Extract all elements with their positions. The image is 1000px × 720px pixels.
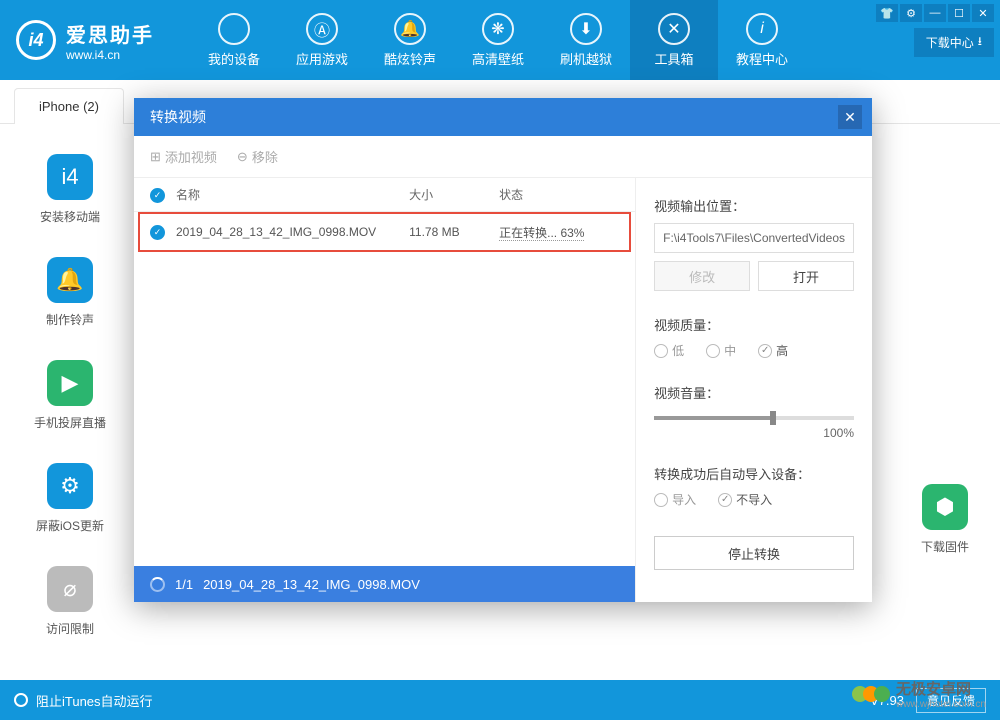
nav-apps[interactable]: Ⓐ 应用游戏	[278, 0, 366, 80]
nav-label: 高清壁纸	[472, 49, 524, 68]
nav-flash[interactable]: ⬇ 刷机越狱	[542, 0, 630, 80]
left-sidebar: i4安装移动端 🔔制作铃声 ▶手机投屏直播 ⚙屏蔽iOS更新 ⌀访问限制	[0, 124, 140, 669]
watermark: 无极安卓网 www.wjhotel.com.cn	[852, 678, 986, 710]
cube-icon: ⬢	[922, 484, 968, 530]
progress-count: 1/1	[175, 577, 193, 592]
col-name: 名称	[176, 186, 409, 203]
bell-icon: 🔔	[394, 13, 426, 45]
apple-icon	[218, 13, 250, 45]
nav-tutorials[interactable]: i 教程中心	[718, 0, 806, 80]
output-path-label: 视频输出位置：	[654, 196, 854, 215]
nav-label: 酷炫铃声	[384, 49, 436, 68]
volume-slider[interactable]	[654, 416, 854, 420]
watermark-text: 无极安卓网	[896, 678, 986, 699]
flower-icon: ❋	[482, 13, 514, 45]
modal-titlebar: 转换视频 ✕	[134, 98, 872, 136]
import-yes[interactable]: 导入	[654, 491, 696, 508]
volume-value: 100%	[654, 426, 854, 440]
app-icon: Ⓐ	[306, 13, 338, 45]
status-bar: 阻止iTunes自动运行 V7.93 意见反馈	[0, 680, 1000, 720]
main-nav: 我的设备 Ⓐ 应用游戏 🔔 酷炫铃声 ❋ 高清壁纸 ⬇ 刷机越狱 ✕ 工具箱 i 教程中心	[190, 0, 806, 80]
window-controls: 👕 ⚙ — ☐ ✕	[876, 4, 994, 22]
status-text[interactable]: 阻止iTunes自动运行	[36, 691, 153, 710]
close-icon[interactable]: ✕	[972, 4, 994, 22]
sidebar-block-update[interactable]: ⚙屏蔽iOS更新	[0, 463, 140, 534]
settings-icon[interactable]: ⚙	[900, 4, 922, 22]
nav-label: 教程中心	[736, 49, 788, 68]
modal-close-button[interactable]: ✕	[838, 105, 862, 129]
app-header: i4 爱思助手 www.i4.cn 我的设备 Ⓐ 应用游戏 🔔 酷炫铃声 ❋ 高清壁纸…	[0, 0, 1000, 80]
volume-label: 视频音量：	[654, 383, 854, 402]
sidebar-download-firmware[interactable]: ⬢下载固件	[890, 484, 1000, 555]
nav-label: 刷机越狱	[560, 49, 612, 68]
logo: i4 爱思助手 www.i4.cn	[0, 19, 170, 62]
nav-label: 我的设备	[208, 49, 260, 68]
app-subtitle: www.i4.cn	[66, 48, 154, 62]
logo-icon: i4	[16, 20, 56, 60]
import-no[interactable]: 不导入	[718, 491, 772, 508]
list-header: ✓ 名称 大小 状态	[134, 178, 635, 212]
screencast-icon: ▶	[47, 360, 93, 406]
nav-wallpapers[interactable]: ❋ 高清壁纸	[454, 0, 542, 80]
row-filename: 2019_04_28_13_42_IMG_0998.MOV	[176, 225, 409, 239]
download-icon: ⭳	[978, 32, 982, 53]
settings-pane: 视频输出位置： F:\i4Tools7\Files\ConvertedVideo…	[636, 178, 872, 602]
ringtone-icon: 🔔	[47, 257, 93, 303]
status-ring-icon	[14, 693, 28, 707]
modal-title: 转换视频	[150, 107, 206, 127]
app-title: 爱思助手	[66, 19, 154, 48]
open-button[interactable]: 打开	[758, 261, 854, 291]
modify-button[interactable]: 修改	[654, 261, 750, 291]
remove-icon: ⊖	[237, 149, 248, 165]
tshirt-icon[interactable]: 👕	[876, 4, 898, 22]
progress-filename: 2019_04_28_13_42_IMG_0998.MOV	[203, 577, 420, 592]
tools-icon: ✕	[658, 13, 690, 45]
install-icon: i4	[47, 154, 93, 200]
quality-high[interactable]: 高	[758, 342, 788, 359]
key-icon: ⌀	[47, 566, 93, 612]
col-size: 大小	[409, 186, 499, 203]
spinner-icon	[150, 577, 165, 592]
watermark-url: www.wjhotel.com.cn	[896, 699, 986, 710]
modal-progress-bar: 1/1 2019_04_28_13_42_IMG_0998.MOV	[134, 566, 635, 602]
minimize-icon[interactable]: —	[924, 4, 946, 22]
maximize-icon[interactable]: ☐	[948, 4, 970, 22]
tab-iphone[interactable]: iPhone (2)	[14, 88, 124, 124]
row-status: 正在转换... 63%	[499, 226, 584, 241]
row-size: 11.78 MB	[409, 225, 499, 239]
right-sidebar: ⬢下载固件	[890, 124, 1000, 587]
download-center-button[interactable]: 下载中心 ⭳	[914, 28, 994, 57]
nav-label: 工具箱	[654, 49, 693, 68]
quality-low[interactable]: 低	[654, 342, 684, 359]
gear-icon: ⚙	[47, 463, 93, 509]
list-row[interactable]: ✓ 2019_04_28_13_42_IMG_0998.MOV 11.78 MB…	[134, 212, 635, 252]
remove-button[interactable]: ⊖移除	[237, 147, 278, 166]
sidebar-screencast[interactable]: ▶手机投屏直播	[0, 360, 140, 431]
import-label: 转换成功后自动导入设备：	[654, 464, 854, 483]
nav-label: 应用游戏	[296, 49, 348, 68]
file-list-pane: ✓ 名称 大小 状态 ✓ 2019_04_28_13_42_IMG_0998.M…	[134, 178, 636, 602]
col-status: 状态	[499, 186, 619, 203]
add-icon: ⊞	[150, 149, 161, 165]
nav-ringtones[interactable]: 🔔 酷炫铃声	[366, 0, 454, 80]
sidebar-restrictions[interactable]: ⌀访问限制	[0, 566, 140, 637]
stop-convert-button[interactable]: 停止转换	[654, 536, 854, 570]
sidebar-install-mobile[interactable]: i4安装移动端	[0, 154, 140, 225]
nav-toolbox[interactable]: ✕ 工具箱	[630, 0, 718, 80]
info-icon: i	[746, 13, 778, 45]
add-video-button[interactable]: ⊞添加视频	[150, 147, 217, 166]
convert-video-modal: 转换视频 ✕ ⊞添加视频 ⊖移除 ✓ 名称 大小 状态 ✓ 2019_04_28…	[134, 98, 872, 602]
modal-toolbar: ⊞添加视频 ⊖移除	[134, 136, 872, 178]
output-path-input[interactable]: F:\i4Tools7\Files\ConvertedVideos	[654, 223, 854, 253]
quality-label: 视频质量：	[654, 315, 854, 334]
nav-my-device[interactable]: 我的设备	[190, 0, 278, 80]
row-check-icon[interactable]: ✓	[150, 225, 165, 240]
quality-mid[interactable]: 中	[706, 342, 736, 359]
box-icon: ⬇	[570, 13, 602, 45]
sidebar-make-ringtone[interactable]: 🔔制作铃声	[0, 257, 140, 328]
check-all-icon[interactable]: ✓	[150, 188, 165, 203]
